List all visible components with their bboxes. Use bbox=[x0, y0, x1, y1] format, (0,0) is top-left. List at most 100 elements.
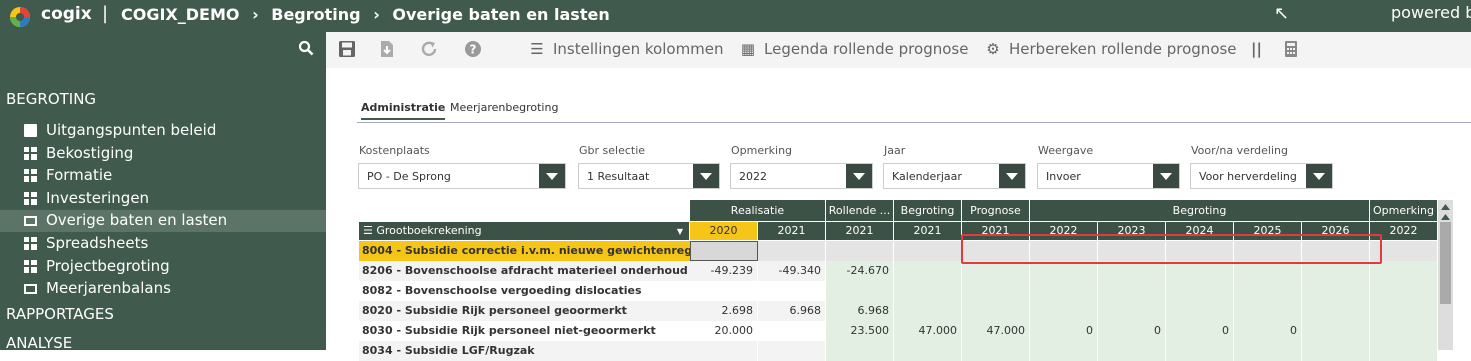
tab-administratie[interactable]: Administratie bbox=[361, 101, 446, 120]
sidebar-section-analyse[interactable]: ANALYSE bbox=[6, 334, 72, 352]
table-cell[interactable] bbox=[1166, 261, 1234, 281]
sidebar-item-formatie[interactable]: Formatie bbox=[0, 165, 326, 187]
gbr-selectie-select[interactable]: 1 Resultaat bbox=[578, 163, 720, 189]
sidebar-item-spreadsheets[interactable]: Spreadsheets bbox=[0, 233, 326, 255]
table-cell[interactable] bbox=[826, 241, 894, 261]
chevron-down-icon[interactable] bbox=[846, 164, 872, 188]
kostenplaats-select[interactable]: PO - De Sprong bbox=[358, 163, 566, 189]
table-cell[interactable] bbox=[1234, 261, 1302, 281]
sidebar-search-bar[interactable] bbox=[0, 32, 326, 68]
table-cell[interactable] bbox=[690, 241, 758, 261]
table-cell[interactable] bbox=[1370, 301, 1438, 321]
sidebar-item-projectbegroting[interactable]: Projectbegroting bbox=[0, 256, 326, 278]
table-row-label[interactable]: 8020 - Subsidie Rijk personeel geoormerk… bbox=[359, 301, 690, 321]
jaar-select[interactable]: Kalenderjaar bbox=[883, 163, 1026, 189]
table-cell[interactable] bbox=[758, 241, 826, 261]
table-row-label[interactable]: 8030 - Subsidie Rijk personeel niet-geoo… bbox=[359, 321, 690, 341]
table-cell[interactable] bbox=[826, 341, 894, 361]
herbereken-rollende-prognose-button[interactable]: ⚙ Herbereken rollende prognose bbox=[985, 40, 1236, 58]
table-cell[interactable] bbox=[1098, 341, 1166, 361]
table-cell[interactable] bbox=[962, 341, 1030, 361]
calculator-icon[interactable] bbox=[1284, 40, 1298, 58]
table-cell[interactable] bbox=[1166, 301, 1234, 321]
refresh-icon[interactable] bbox=[420, 40, 438, 58]
scrollbar-thumb[interactable] bbox=[1440, 222, 1451, 304]
table-cell[interactable]: 0 bbox=[1234, 321, 1302, 341]
menu-icon[interactable]: ☰ bbox=[363, 224, 373, 237]
table-cell[interactable] bbox=[826, 281, 894, 301]
grootboekrekening-header[interactable]: ☰ Grootboekrekening ▼ bbox=[359, 222, 690, 240]
table-cell[interactable] bbox=[1030, 301, 1098, 321]
table-cell[interactable] bbox=[1098, 281, 1166, 301]
chevron-down-icon[interactable] bbox=[693, 164, 719, 188]
table-cell[interactable] bbox=[1370, 341, 1438, 361]
table-row-label[interactable]: 8082 - Bovenschoolse vergoeding dislocat… bbox=[359, 281, 690, 301]
table-cell[interactable] bbox=[894, 241, 962, 261]
table-row-label[interactable]: 8206 - Bovenschoolse afdracht materieel … bbox=[359, 261, 690, 281]
table-cell[interactable] bbox=[758, 321, 826, 341]
table-cell[interactable]: 0 bbox=[1098, 321, 1166, 341]
vertical-scrollbar[interactable] bbox=[1438, 200, 1453, 350]
table-cell[interactable] bbox=[690, 341, 758, 361]
scroll-up-icon[interactable] bbox=[1440, 212, 1451, 222]
table-cell[interactable]: 6.968 bbox=[826, 301, 894, 321]
table-row-label[interactable]: 8004 - Subsidie correctie i.v.m. nieuwe … bbox=[359, 241, 690, 261]
dropdown-arrow-icon[interactable]: ▼ bbox=[677, 223, 683, 240]
table-cell[interactable]: 0 bbox=[1030, 321, 1098, 341]
tab-meerjarenbegroting[interactable]: Meerjarenbegroting bbox=[450, 101, 558, 118]
save-icon[interactable] bbox=[338, 40, 356, 58]
table-cell[interactable] bbox=[1370, 261, 1438, 281]
scroll-top-icon[interactable] bbox=[1440, 202, 1451, 212]
table-cell[interactable]: 0 bbox=[1166, 321, 1234, 341]
voor-na-verdeling-select[interactable]: Voor herverdeling bbox=[1190, 163, 1333, 189]
table-cell[interactable] bbox=[1370, 281, 1438, 301]
table-cell[interactable] bbox=[758, 341, 826, 361]
table-cell[interactable]: 6.968 bbox=[758, 301, 826, 321]
year-header[interactable]: 2020 bbox=[690, 222, 758, 240]
chevron-down-icon[interactable] bbox=[1153, 164, 1179, 188]
table-cell[interactable] bbox=[1030, 281, 1098, 301]
table-cell[interactable] bbox=[1302, 281, 1370, 301]
sidebar-section-rapportages[interactable]: RAPPORTAGES bbox=[6, 305, 114, 323]
legenda-rollende-prognose-button[interactable]: ▦ Legenda rollende prognose bbox=[740, 40, 969, 58]
table-row-label[interactable]: 8034 - Subsidie LGF/Rugzak bbox=[359, 341, 690, 361]
breadcrumb-company[interactable]: COGIX_DEMO bbox=[121, 5, 240, 24]
table-cell[interactable] bbox=[1166, 341, 1234, 361]
table-cell[interactable] bbox=[1234, 301, 1302, 321]
table-cell[interactable] bbox=[894, 261, 962, 281]
table-cell[interactable] bbox=[1030, 261, 1098, 281]
table-cell[interactable]: -49.239 bbox=[690, 261, 758, 281]
table-cell[interactable]: 47.000 bbox=[894, 321, 962, 341]
sidebar-item-meerjarenbalans[interactable]: Meerjarenbalans bbox=[0, 278, 326, 300]
table-cell[interactable] bbox=[894, 281, 962, 301]
table-cell[interactable]: 20.000 bbox=[690, 321, 758, 341]
table-cell[interactable] bbox=[962, 281, 1030, 301]
table-cell[interactable] bbox=[1234, 341, 1302, 361]
table-cell[interactable] bbox=[758, 281, 826, 301]
import-icon[interactable] bbox=[379, 40, 395, 58]
year-header[interactable]: 2021 bbox=[826, 222, 894, 240]
sidebar-item-investeringen[interactable]: Investeringen bbox=[0, 188, 326, 210]
chevron-down-icon[interactable] bbox=[999, 164, 1025, 188]
sidebar-section-begroting[interactable]: BEGROTING bbox=[6, 90, 96, 108]
table-cell[interactable] bbox=[962, 261, 1030, 281]
brand-name[interactable]: cogix bbox=[41, 4, 92, 24]
sidebar-item-bekostiging[interactable]: Bekostiging bbox=[0, 143, 326, 165]
sidebar-item-uitgangspunten[interactable]: Uitgangspunten beleid bbox=[0, 120, 326, 142]
table-cell[interactable] bbox=[1370, 321, 1438, 341]
table-cell[interactable] bbox=[1302, 321, 1370, 341]
search-icon[interactable] bbox=[298, 40, 314, 56]
table-cell[interactable] bbox=[1302, 341, 1370, 361]
help-icon[interactable]: ? bbox=[464, 40, 482, 58]
table-cell[interactable] bbox=[894, 341, 962, 361]
weergave-select[interactable]: Invoer bbox=[1037, 163, 1180, 189]
breadcrumb-begroting[interactable]: Begroting bbox=[271, 5, 360, 24]
opmerking-select[interactable]: 2022 bbox=[730, 163, 873, 189]
table-cell[interactable] bbox=[962, 301, 1030, 321]
table-cell[interactable]: -24.670 bbox=[826, 261, 894, 281]
table-cell[interactable]: 23.500 bbox=[826, 321, 894, 341]
table-cell[interactable] bbox=[1302, 261, 1370, 281]
table-cell[interactable] bbox=[1234, 281, 1302, 301]
instellingen-kolommen-button[interactable]: ☰ Instellingen kolommen bbox=[529, 40, 723, 58]
table-cell[interactable] bbox=[1302, 301, 1370, 321]
